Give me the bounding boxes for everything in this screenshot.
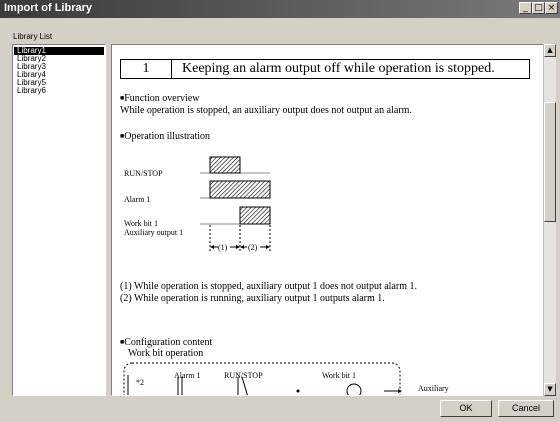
aux-pulse: [239, 206, 271, 225]
alarm-pulse: [209, 180, 271, 199]
scroll-thumb[interactable]: [544, 102, 556, 222]
maximize-button[interactable]: □: [532, 2, 545, 14]
timing-label-workbit: Work bit 1: [124, 219, 159, 228]
window-title: Import of Library: [4, 2, 93, 14]
title-bar[interactable]: Import of Library _ □ ×: [0, 0, 560, 18]
coil-work-bit: [346, 383, 362, 395]
library-listbox[interactable]: Library1 Library2 Library3 Library4 Libr…: [12, 44, 106, 396]
ladder-marker: *2: [136, 378, 144, 387]
library-description-pane[interactable]: 1 Keeping an alarm output off while oper…: [111, 44, 543, 396]
ok-button[interactable]: OK: [440, 400, 492, 417]
ladder-junction: [296, 389, 300, 393]
note-2: (2) While operation is running, auxiliar…: [120, 293, 385, 304]
timing-mark-1: (1): [218, 243, 228, 252]
import-library-dialog: Import of Library _ □ × Library List Lib…: [0, 0, 560, 422]
ladder-label-runstop: RUN/STOP: [224, 371, 263, 380]
vertical-scrollbar[interactable]: ▲ ▼: [543, 44, 556, 396]
timing-label-runstop: RUN/STOP: [124, 169, 163, 178]
timing-label-alarm: Alarm 1: [124, 195, 151, 204]
configuration-title: Configuration content: [120, 337, 212, 348]
timing-label-aux: Auxiliary output 1: [124, 228, 184, 237]
scroll-up-button[interactable]: ▲: [544, 44, 556, 57]
note-1: (1) While operation is stopped, auxiliar…: [120, 281, 417, 292]
run-stop-pulse: [209, 156, 241, 174]
ladder-label-aux: Auxiliary: [418, 384, 449, 393]
minimize-button[interactable]: _: [519, 2, 532, 14]
scroll-down-button[interactable]: ▼: [544, 383, 556, 396]
window-controls: _ □ ×: [519, 2, 558, 14]
cancel-button[interactable]: Cancel: [498, 400, 554, 417]
close-button[interactable]: ×: [545, 2, 558, 14]
library-item-6[interactable]: Library6: [14, 87, 104, 95]
ladder-label-alarm: Alarm 1: [174, 371, 201, 380]
library-list-label: Library List: [13, 32, 53, 41]
timing-mark-2: (2): [248, 243, 258, 252]
configuration-subtitle: Work bit operation: [128, 348, 204, 359]
ladder-label-workbit: Work bit 1: [322, 371, 357, 380]
